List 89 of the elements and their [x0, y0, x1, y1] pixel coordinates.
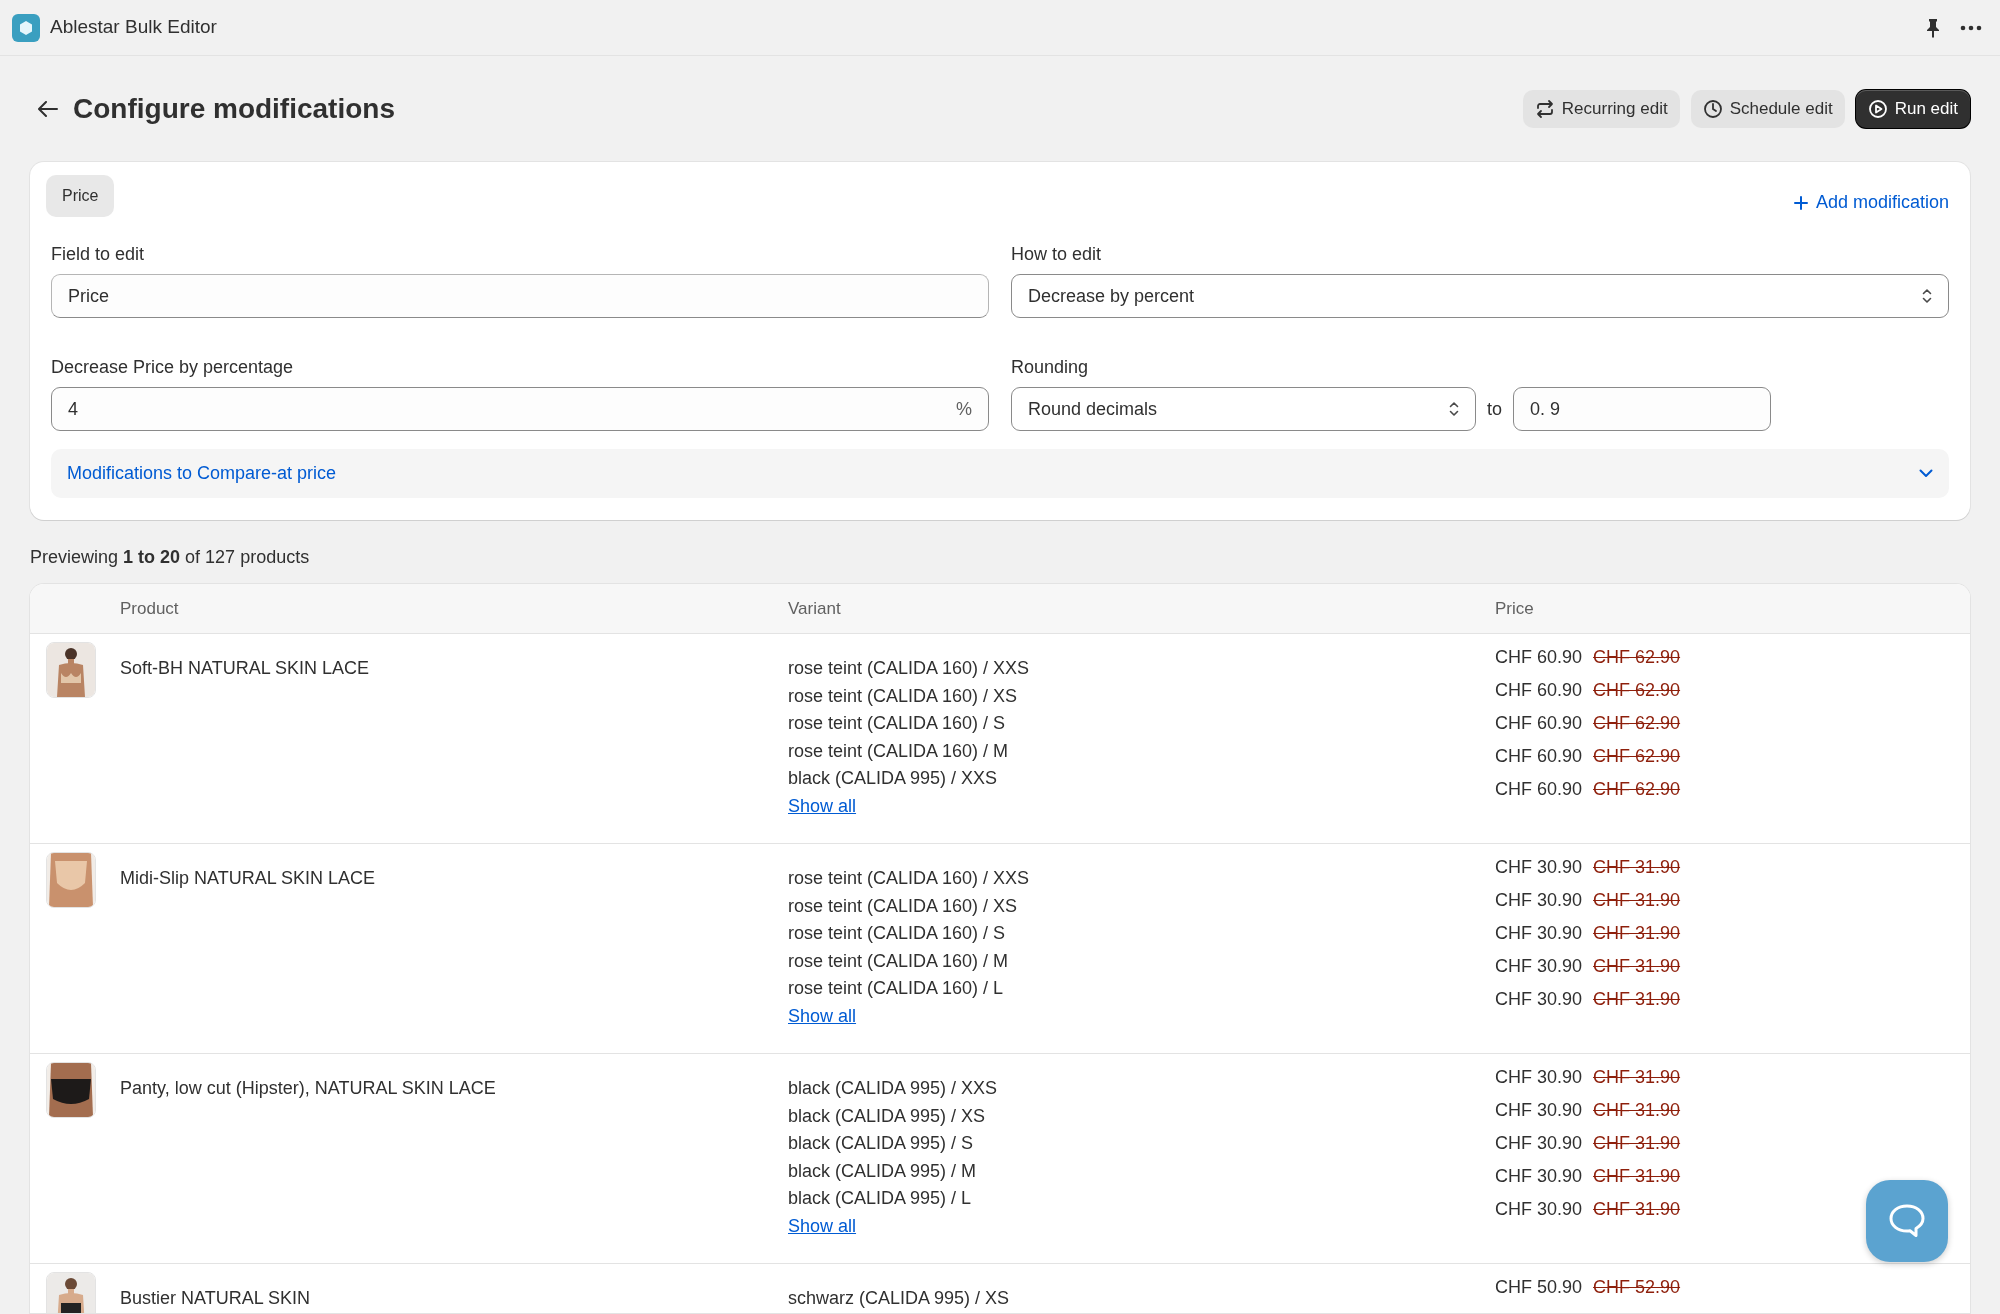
to-label: to [1487, 397, 1502, 421]
old-price: CHF 31.90 [1593, 1099, 1681, 1122]
old-price: CHF 62.90 [1593, 679, 1681, 702]
old-price: CHF 31.90 [1593, 988, 1681, 1011]
variant-text: black (CALIDA 995) / M [788, 1159, 977, 1183]
plus-icon [1793, 195, 1808, 210]
new-price: CHF 30.90 [1495, 1132, 1583, 1155]
old-price: CHF 31.90 [1593, 1198, 1681, 1221]
variant-text: black (CALIDA 995) / L [788, 1187, 972, 1211]
field-label: Rounding [1011, 356, 1090, 379]
chat-bubble-icon [1888, 1203, 1926, 1239]
field-label: Field to edit [51, 243, 146, 266]
chat-button[interactable] [1866, 1180, 1948, 1262]
variant-text: rose teint (CALIDA 160) / S [788, 922, 1006, 946]
old-price: CHF 31.90 [1593, 1165, 1681, 1188]
old-price: CHF 31.90 [1593, 889, 1681, 912]
variant-text: black (CALIDA 995) / S [788, 1132, 974, 1156]
play-icon [1867, 99, 1888, 119]
percentage-input[interactable]: 4 % [51, 387, 989, 431]
compare-at-section[interactable]: Modifications to Compare-at price [51, 449, 1949, 498]
variant-text: rose teint (CALIDA 160) / XXS [788, 657, 1030, 680]
app-title: Ablestar Bulk Editor [50, 15, 217, 40]
variant-text: black (CALIDA 995) / XS [788, 1104, 986, 1128]
variant-text: rose teint (CALIDA 160) / XS [788, 894, 1018, 918]
variant-text: rose teint (CALIDA 160) / XXS [788, 867, 1030, 890]
column-header[interactable]: Price [1495, 595, 1970, 622]
new-price: CHF 30.90 [1495, 1099, 1583, 1122]
new-price: CHF 30.90 [1495, 889, 1583, 912]
field-to-edit-input[interactable]: Price [51, 274, 989, 318]
new-price: CHF 60.90 [1495, 778, 1583, 801]
old-price: CHF 62.90 [1593, 745, 1681, 768]
new-price: CHF 30.90 [1495, 1198, 1583, 1221]
how-to-edit-select[interactable]: Decrease by percent [1011, 274, 1949, 318]
rounding-select[interactable]: Round decimals [1011, 387, 1476, 431]
run-edit-button[interactable]: Run edit [1855, 90, 1970, 128]
new-price: CHF 30.90 [1495, 1165, 1583, 1188]
column-header[interactable]: Product [120, 595, 788, 622]
field-label: Decrease Price by percentage [51, 356, 295, 379]
recurring-edit-button[interactable]: Recurring edit [1522, 90, 1680, 128]
repeat-icon [1534, 99, 1555, 119]
clock-icon [1702, 99, 1723, 119]
show-all-link[interactable]: Show all [788, 1212, 857, 1241]
back-arrow-icon[interactable] [38, 101, 58, 117]
show-all-link[interactable]: Show all [788, 1002, 857, 1031]
variant-text: rose teint (CALIDA 160) / M [788, 949, 1009, 973]
new-price: CHF 30.90 [1495, 1066, 1583, 1089]
new-price: CHF 50.90 [1495, 1276, 1583, 1299]
column-header[interactable]: Variant [788, 595, 1495, 622]
variant-text: rose teint (CALIDA 160) / L [788, 977, 1004, 1001]
new-price: CHF 60.90 [1495, 712, 1583, 735]
show-all-link[interactable]: Show all [788, 792, 857, 821]
old-price: CHF 31.90 [1593, 1066, 1681, 1089]
old-price: CHF 31.90 [1593, 856, 1681, 879]
old-price: CHF 62.90 [1593, 646, 1681, 669]
old-price: CHF 31.90 [1593, 922, 1681, 945]
old-price: CHF 62.90 [1593, 778, 1681, 801]
product-name: Midi-Slip NATURAL SKIN LACE [120, 867, 377, 890]
product-name: Panty, low cut (Hipster), NATURAL SKIN LACE [120, 1077, 497, 1100]
app-logo-icon [12, 13, 40, 42]
variant-text: black (CALIDA 995) / XXS [788, 767, 998, 791]
field-label: How to edit [1011, 243, 1103, 266]
variant-text: schwarz (CALIDA 995) / XS [788, 1287, 1010, 1310]
new-price: CHF 30.90 [1495, 856, 1583, 879]
new-price: CHF 60.90 [1495, 745, 1583, 768]
new-price: CHF 60.90 [1495, 646, 1583, 669]
old-price: CHF 52.90 [1593, 1276, 1681, 1299]
product-name: Bustier NATURAL SKIN [120, 1287, 312, 1310]
new-price: CHF 30.90 [1495, 988, 1583, 1011]
select-chevron-icon [1449, 401, 1459, 417]
new-price: CHF 30.90 [1495, 955, 1583, 978]
pin-icon[interactable] [1924, 17, 1942, 38]
round-to-input[interactable]: 0. 9 [1513, 387, 1771, 431]
page-title: Configure modifications [73, 92, 395, 126]
variant-text: rose teint (CALIDA 160) / XS [788, 684, 1018, 708]
schedule-edit-button[interactable]: Schedule edit [1690, 90, 1845, 128]
price-tag: Price [46, 175, 115, 217]
new-price: CHF 60.90 [1495, 679, 1583, 702]
old-price: CHF 31.90 [1593, 1132, 1681, 1155]
select-chevron-icon [1922, 288, 1932, 304]
variant-text: rose teint (CALIDA 160) / S [788, 712, 1006, 736]
old-price: CHF 62.90 [1593, 712, 1681, 735]
new-price: CHF 30.90 [1495, 922, 1583, 945]
old-price: CHF 31.90 [1593, 955, 1681, 978]
add-modification-link[interactable]: Add modification [1793, 189, 1949, 216]
preview-summary: Previewing 1 to 20 of 127 products [30, 546, 311, 569]
more-icon[interactable] [1960, 24, 1982, 31]
product-name: Soft-BH NATURAL SKIN LACE [120, 657, 371, 680]
variant-text: rose teint (CALIDA 160) / M [788, 739, 1009, 763]
variant-text: black (CALIDA 995) / XXS [788, 1077, 998, 1100]
